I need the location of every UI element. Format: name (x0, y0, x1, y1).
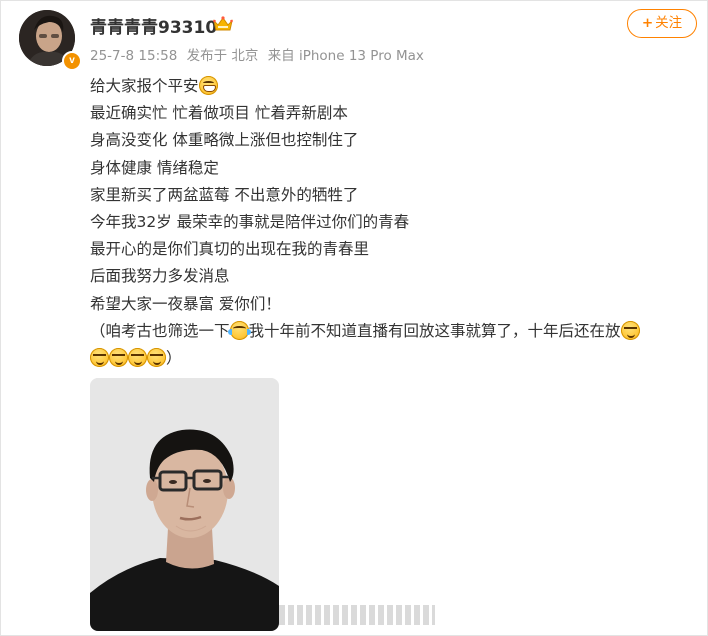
blurred-watermark (279, 605, 435, 625)
text-line: 最开心的是你们真切的出现在我的青春里 (90, 236, 696, 263)
line-text: 今年我32岁 最荣幸的事就是陪伴过你们的青春 (90, 212, 410, 231)
line-text: 身高没变化 体重略微上涨但也控制住了 (90, 131, 359, 150)
text-line: 后面我努力多发消息 (90, 263, 696, 290)
verified-badge-icon: v (62, 51, 82, 71)
line-text: 最开心的是你们真切的出现在我的青春里 (90, 240, 370, 259)
text-line: 今年我32岁 最荣幸的事就是陪伴过你们的青春 (90, 209, 696, 236)
follow-label: 关注 (655, 15, 683, 31)
line-text: 希望大家一夜暴富 爱你们！ (90, 294, 281, 313)
grin-emoji-icon (198, 76, 218, 95)
post-meta: 25-7-8 15:58 发布于 北京 来自 iPhone 13 Pro Max (90, 44, 429, 64)
post-text: 给大家报个平安 最近确实忙 忙着做项目 忙着弄新剧本 身高没变化 体重略微上涨但… (90, 73, 696, 372)
username[interactable]: 青青青青93310 (90, 13, 217, 38)
laugh-cry-emoji-icon (227, 320, 251, 340)
text-line: 身高没变化 体重略微上涨但也控制住了 (90, 127, 696, 154)
follow-button[interactable]: + 关注 (627, 9, 697, 38)
text-line: 家里新买了两盆蓝莓 不出意外的牺牲了 (90, 182, 696, 209)
line-text: 家里新买了两盆蓝莓 不出意外的牺牲了 (90, 185, 359, 204)
text-line: （咱考古也筛选一下 我十年前不知道直播有回放这事就算了，十年后还在放 (90, 318, 696, 345)
line-text: 最近确实忙 忙着做项目 忙着弄新剧本 (90, 104, 348, 123)
selfie-photo (90, 378, 279, 631)
post-image[interactable] (90, 378, 279, 631)
text-line: 给大家报个平安 (90, 73, 696, 100)
smirk-emoji-icon (147, 347, 166, 367)
post-time[interactable]: 25-7-8 15:58 (90, 48, 177, 64)
line-text: ） (166, 348, 182, 367)
text-line: 身体健康 情绪稳定 (90, 155, 696, 182)
post-location: 发布于 北京 (186, 48, 259, 64)
line-text: 后面我努力多发消息 (90, 267, 230, 286)
line-text: （咱考古也筛选一下 (90, 321, 230, 340)
line-text: 给大家报个平安 (90, 77, 199, 95)
smirk-emoji-icon (90, 347, 109, 367)
smirk-emoji-icon (128, 347, 147, 367)
line-text: 我十年前不知道直播有回放这事就算了，十年后还在放 (248, 321, 621, 340)
text-line: 希望大家一夜暴富 爱你们！ (90, 291, 696, 318)
text-line: 最近确实忙 忙着做项目 忙着弄新剧本 (90, 100, 696, 127)
line-text: 身体健康 情绪稳定 (90, 158, 219, 177)
smirk-emoji-icon (109, 347, 128, 367)
text-line: ） (90, 345, 696, 372)
smirk-emoji-icon (620, 320, 640, 340)
weibo-post-card: v 青青青青93310 25-7-8 15:58 发布于 北京 来自 iPhon… (0, 0, 708, 636)
plus-icon: + (641, 15, 654, 31)
crown-icon[interactable] (212, 15, 234, 33)
post-device: 来自 iPhone 13 Pro Max (267, 48, 424, 64)
